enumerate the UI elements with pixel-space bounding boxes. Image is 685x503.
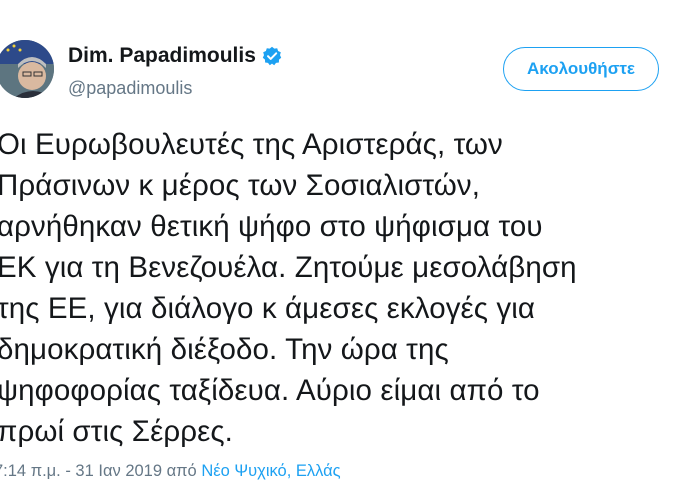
- name-row: Dim. Papadimoulis: [68, 44, 282, 68]
- tweet-line: ΕΚ για τη Βενεζουέλα. Ζητούμε μεσολάβηση: [0, 251, 577, 284]
- tweet-header: Dim. Papadimoulis @papadimoulis Ακολουθή…: [0, 36, 685, 108]
- tweet-line: της ΕΕ, για διάλογο κ άμεσες εκλογές για: [0, 292, 536, 325]
- timestamp[interactable]: 7:14 π.μ. - 31 Ιαν 2019: [0, 462, 162, 480]
- follow-button[interactable]: Ακολουθήστε: [503, 47, 659, 91]
- tweet-line: αρνήθηκαν θετική ψήφο στο ψήφισμα του: [0, 210, 543, 243]
- tweet-line: Πράσινων κ μέρος των Σοσιαλιστών,: [0, 169, 481, 202]
- tweet-text: Οι Ευρωβουλευτές της Αριστεράς, των Πράσι…: [0, 124, 681, 452]
- tweet-line: δημοκρατική διέξοδο. Την ώρα της: [0, 333, 449, 366]
- location-prefix: από: [166, 462, 197, 480]
- handle[interactable]: @papadimoulis: [68, 78, 192, 99]
- tweet-line: πρωί στις Σέρρες.: [0, 415, 233, 448]
- tweet-metadata: 7:14 π.μ. - 31 Ιαν 2019 από Νέο Ψυχικό, …: [0, 462, 341, 481]
- verified-badge-icon: [262, 46, 282, 66]
- location-link[interactable]: Νέο Ψυχικό, Ελλάς: [201, 462, 340, 480]
- avatar[interactable]: [0, 40, 54, 98]
- display-name[interactable]: Dim. Papadimoulis: [68, 44, 256, 68]
- tweet-line: ψηφοφορίας ταξίδευα. Αύριο είμαι από το: [0, 374, 540, 407]
- tweet-line: Οι Ευρωβουλευτές της Αριστεράς, των: [0, 128, 503, 161]
